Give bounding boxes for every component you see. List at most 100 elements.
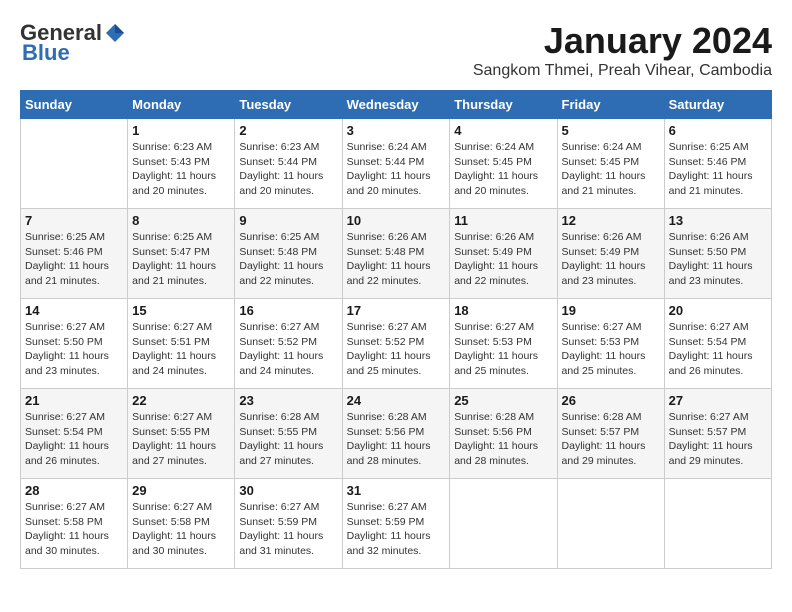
- table-row: 11 Sunrise: 6:26 AMSunset: 5:49 PMDayligh…: [450, 209, 557, 299]
- table-row: 9 Sunrise: 6:25 AMSunset: 5:48 PMDaylight…: [235, 209, 342, 299]
- day-number: 9: [239, 213, 337, 228]
- day-info: Sunrise: 6:27 AMSunset: 5:52 PMDaylight:…: [239, 320, 337, 379]
- col-thursday: Thursday: [450, 91, 557, 119]
- day-number: 13: [669, 213, 767, 228]
- title-block: January 2024 Sangkom Thmei, Preah Vihear…: [473, 20, 772, 80]
- day-info: Sunrise: 6:27 AMSunset: 5:58 PMDaylight:…: [132, 500, 230, 559]
- col-sunday: Sunday: [21, 91, 128, 119]
- day-info: Sunrise: 6:26 AMSunset: 5:50 PMDaylight:…: [669, 230, 767, 289]
- day-info: Sunrise: 6:26 AMSunset: 5:49 PMDaylight:…: [454, 230, 552, 289]
- calendar-week-row: 28 Sunrise: 6:27 AMSunset: 5:58 PMDayligh…: [21, 479, 772, 569]
- day-info: Sunrise: 6:26 AMSunset: 5:48 PMDaylight:…: [347, 230, 446, 289]
- table-row: 30 Sunrise: 6:27 AMSunset: 5:59 PMDayligh…: [235, 479, 342, 569]
- page-header: General Blue January 2024 Sangkom Thmei,…: [20, 20, 772, 80]
- day-number: 29: [132, 483, 230, 498]
- day-number: 11: [454, 213, 552, 228]
- table-row: 3 Sunrise: 6:24 AMSunset: 5:44 PMDaylight…: [342, 119, 450, 209]
- col-friday: Friday: [557, 91, 664, 119]
- logo-blue: Blue: [22, 40, 70, 66]
- day-number: 25: [454, 393, 552, 408]
- table-row: 18Sunrise: 6:27 AMSunset: 5:53 PMDayligh…: [450, 299, 557, 389]
- day-number: 12: [562, 213, 660, 228]
- day-number: 5: [562, 123, 660, 138]
- logo-icon: [104, 22, 126, 44]
- table-row: 25Sunrise: 6:28 AMSunset: 5:56 PMDayligh…: [450, 389, 557, 479]
- table-row: 29 Sunrise: 6:27 AMSunset: 5:58 PMDayligh…: [128, 479, 235, 569]
- day-number: 3: [347, 123, 446, 138]
- table-row: 1Sunrise: 6:23 AMSunset: 5:43 PMDaylight…: [128, 119, 235, 209]
- table-row: [21, 119, 128, 209]
- col-saturday: Saturday: [664, 91, 771, 119]
- table-row: 7 Sunrise: 6:25 AMSunset: 5:46 PMDaylight…: [21, 209, 128, 299]
- day-info: Sunrise: 6:27 AMSunset: 5:57 PMDaylight:…: [669, 410, 767, 469]
- day-number: 26: [562, 393, 660, 408]
- day-info: Sunrise: 6:24 AMSunset: 5:45 PMDaylight:…: [562, 140, 660, 199]
- table-row: 15Sunrise: 6:27 AMSunset: 5:51 PMDayligh…: [128, 299, 235, 389]
- day-number: 17: [347, 303, 446, 318]
- table-row: 17 Sunrise: 6:27 AMSunset: 5:52 PMDayligh…: [342, 299, 450, 389]
- day-info: Sunrise: 6:23 AMSunset: 5:43 PMDaylight:…: [132, 140, 230, 199]
- calendar-week-row: 14 Sunrise: 6:27 AMSunset: 5:50 PMDayligh…: [21, 299, 772, 389]
- location-subtitle: Sangkom Thmei, Preah Vihear, Cambodia: [473, 62, 772, 80]
- day-number: 6: [669, 123, 767, 138]
- day-number: 21: [25, 393, 123, 408]
- day-number: 15: [132, 303, 230, 318]
- day-number: 2: [239, 123, 337, 138]
- table-row: 8Sunrise: 6:25 AMSunset: 5:47 PMDaylight…: [128, 209, 235, 299]
- day-info: Sunrise: 6:25 AMSunset: 5:46 PMDaylight:…: [669, 140, 767, 199]
- day-info: Sunrise: 6:27 AMSunset: 5:54 PMDaylight:…: [25, 410, 123, 469]
- day-number: 31: [347, 483, 446, 498]
- table-row: 10 Sunrise: 6:26 AMSunset: 5:48 PMDayligh…: [342, 209, 450, 299]
- calendar-week-row: 21 Sunrise: 6:27 AMSunset: 5:54 PMDayligh…: [21, 389, 772, 479]
- table-row: [664, 479, 771, 569]
- col-tuesday: Tuesday: [235, 91, 342, 119]
- table-row: 6 Sunrise: 6:25 AMSunset: 5:46 PMDaylight…: [664, 119, 771, 209]
- table-row: 14 Sunrise: 6:27 AMSunset: 5:50 PMDayligh…: [21, 299, 128, 389]
- table-row: [557, 479, 664, 569]
- day-number: 24: [347, 393, 446, 408]
- day-info: Sunrise: 6:26 AMSunset: 5:49 PMDaylight:…: [562, 230, 660, 289]
- day-info: Sunrise: 6:25 AMSunset: 5:46 PMDaylight:…: [25, 230, 123, 289]
- table-row: 19Sunrise: 6:27 AMSunset: 5:53 PMDayligh…: [557, 299, 664, 389]
- logo: General Blue: [20, 20, 126, 66]
- day-info: Sunrise: 6:27 AMSunset: 5:59 PMDaylight:…: [239, 500, 337, 559]
- day-info: Sunrise: 6:28 AMSunset: 5:55 PMDaylight:…: [239, 410, 337, 469]
- day-number: 10: [347, 213, 446, 228]
- day-number: 14: [25, 303, 123, 318]
- day-info: Sunrise: 6:28 AMSunset: 5:57 PMDaylight:…: [562, 410, 660, 469]
- table-row: 20 Sunrise: 6:27 AMSunset: 5:54 PMDayligh…: [664, 299, 771, 389]
- table-row: 31Sunrise: 6:27 AMSunset: 5:59 PMDayligh…: [342, 479, 450, 569]
- day-info: Sunrise: 6:24 AMSunset: 5:44 PMDaylight:…: [347, 140, 446, 199]
- col-monday: Monday: [128, 91, 235, 119]
- table-row: [450, 479, 557, 569]
- day-info: Sunrise: 6:25 AMSunset: 5:47 PMDaylight:…: [132, 230, 230, 289]
- table-row: 4Sunrise: 6:24 AMSunset: 5:45 PMDaylight…: [450, 119, 557, 209]
- day-info: Sunrise: 6:28 AMSunset: 5:56 PMDaylight:…: [347, 410, 446, 469]
- day-number: 28: [25, 483, 123, 498]
- month-title: January 2024: [473, 20, 772, 62]
- day-number: 22: [132, 393, 230, 408]
- table-row: 13 Sunrise: 6:26 AMSunset: 5:50 PMDayligh…: [664, 209, 771, 299]
- day-info: Sunrise: 6:27 AMSunset: 5:50 PMDaylight:…: [25, 320, 123, 379]
- table-row: 5 Sunrise: 6:24 AMSunset: 5:45 PMDaylight…: [557, 119, 664, 209]
- table-row: 22 Sunrise: 6:27 AMSunset: 5:55 PMDayligh…: [128, 389, 235, 479]
- day-number: 30: [239, 483, 337, 498]
- day-number: 20: [669, 303, 767, 318]
- day-info: Sunrise: 6:27 AMSunset: 5:52 PMDaylight:…: [347, 320, 446, 379]
- table-row: 21 Sunrise: 6:27 AMSunset: 5:54 PMDayligh…: [21, 389, 128, 479]
- day-info: Sunrise: 6:27 AMSunset: 5:55 PMDaylight:…: [132, 410, 230, 469]
- day-number: 7: [25, 213, 123, 228]
- day-info: Sunrise: 6:27 AMSunset: 5:54 PMDaylight:…: [669, 320, 767, 379]
- day-info: Sunrise: 6:27 AMSunset: 5:53 PMDaylight:…: [562, 320, 660, 379]
- day-number: 18: [454, 303, 552, 318]
- calendar-week-row: 7 Sunrise: 6:25 AMSunset: 5:46 PMDaylight…: [21, 209, 772, 299]
- table-row: 16Sunrise: 6:27 AMSunset: 5:52 PMDayligh…: [235, 299, 342, 389]
- calendar-week-row: 1Sunrise: 6:23 AMSunset: 5:43 PMDaylight…: [21, 119, 772, 209]
- table-row: 27Sunrise: 6:27 AMSunset: 5:57 PMDayligh…: [664, 389, 771, 479]
- day-info: Sunrise: 6:23 AMSunset: 5:44 PMDaylight:…: [239, 140, 337, 199]
- col-wednesday: Wednesday: [342, 91, 450, 119]
- table-row: 2 Sunrise: 6:23 AMSunset: 5:44 PMDaylight…: [235, 119, 342, 209]
- day-number: 23: [239, 393, 337, 408]
- table-row: 23 Sunrise: 6:28 AMSunset: 5:55 PMDayligh…: [235, 389, 342, 479]
- day-info: Sunrise: 6:25 AMSunset: 5:48 PMDaylight:…: [239, 230, 337, 289]
